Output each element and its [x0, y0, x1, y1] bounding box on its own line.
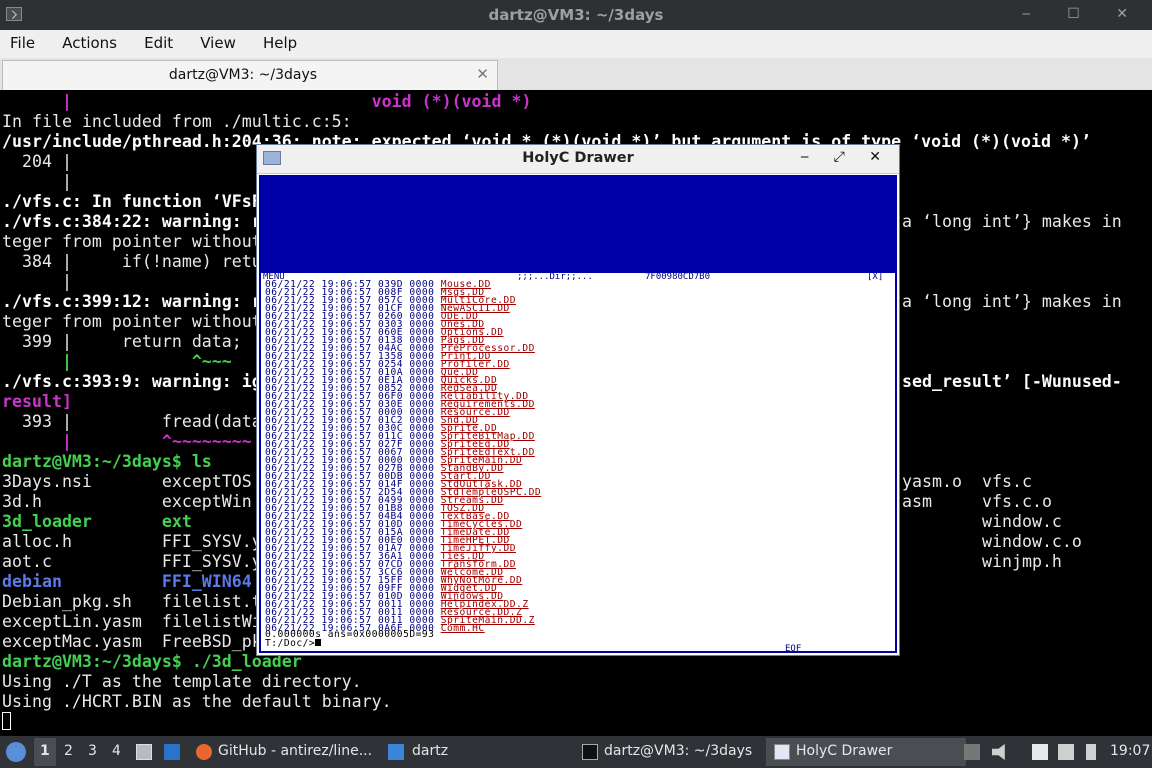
terminal-line: ./vfs.c: In function ‘VFsF — [2, 192, 262, 211]
volume-icon[interactable] — [992, 744, 1005, 760]
dir-entry-filename[interactable]: Comm.HC — [441, 623, 485, 634]
ls-item: window.c.o — [982, 532, 1082, 551]
ls-item: yasm.o — [902, 472, 962, 491]
holyc-prompt[interactable]: T:/Doc/> — [265, 638, 322, 649]
app-menu-icon[interactable] — [6, 742, 26, 762]
terminal-line: teger from pointer without — [2, 312, 262, 331]
window-controls[interactable]: ‒ ☐ ✕ — [1022, 6, 1144, 22]
show-desktop-icon[interactable] — [136, 744, 152, 760]
terminal-line: 393 | fread(data — [2, 412, 262, 431]
workspace-1[interactable]: 1 — [40, 743, 50, 759]
tab-close-icon[interactable]: ✕ — [476, 65, 489, 83]
terminal-line: alloc.h FFI_SYSV.y — [2, 532, 262, 551]
terminal-line-fragment: a ‘long int’} makes in — [902, 212, 1122, 231]
task-files[interactable]: dartz — [412, 743, 448, 759]
terminal-line: 204 | — [2, 152, 72, 171]
terminal-icon — [582, 744, 598, 760]
terminal-line: teger from pointer without — [2, 232, 262, 251]
terminal-line: exceptLin.yasm filelistWi — [2, 612, 262, 631]
terminal-cursor — [2, 712, 11, 730]
terminal-line: 399 | return data; — [2, 332, 242, 351]
terminal-line-fragment: a ‘long int’} makes in — [902, 292, 1122, 311]
workspace-3[interactable]: 3 — [88, 743, 97, 759]
menu-bar: File Actions Edit View Help — [0, 30, 1152, 59]
holyc-cursor — [315, 639, 322, 646]
terminal-line: Using ./T as the template directory. — [2, 672, 362, 691]
window-title: dartz@VM3: ~/3days — [488, 6, 664, 24]
clock[interactable]: 19:07 — [1110, 743, 1150, 759]
terminal-text: | void (*)(void *) — [2, 92, 532, 111]
battery-icon[interactable] — [1086, 744, 1096, 760]
eject-icon[interactable] — [964, 744, 980, 760]
terminal-line: debian FFI_WIN64 — [2, 572, 252, 591]
tab-bar: dartz@VM3: ~/3days ✕ — [0, 58, 1152, 90]
holyc-eof: EOF — [785, 644, 802, 653]
terminal-line: | void (*)(void *) — [2, 92, 532, 112]
menu-help[interactable]: Help — [263, 30, 297, 52]
terminal-prompt-line: dartz@VM3:~/3days$ ls — [2, 452, 212, 471]
file-manager-launcher-icon[interactable] — [164, 744, 180, 760]
taskbar: 1 2 3 4 GitHub - antirez/line... dartz d… — [0, 736, 1152, 768]
terminal-line: aot.c FFI_SYSV.y — [2, 552, 262, 571]
terminal-cursor-line — [2, 712, 11, 732]
network-icon[interactable] — [1058, 744, 1074, 760]
ls-item: vfs.c — [982, 472, 1032, 491]
ls-item: winjmp.h — [982, 552, 1062, 571]
workspace-2[interactable]: 2 — [64, 743, 73, 759]
holyc-canvas[interactable] — [259, 175, 897, 271]
terminal-line: In file included from ./multic.c:5: — [2, 112, 352, 131]
firefox-icon — [196, 744, 212, 760]
menu-file[interactable]: File — [10, 30, 35, 52]
terminal-line: Debian_pkg.sh filelist.t — [2, 592, 262, 611]
holyc-dir-tag: ;;;...Dir;;... — [517, 272, 593, 282]
menu-actions[interactable]: Actions — [62, 30, 117, 52]
folder-icon — [388, 744, 404, 760]
holyc-window-icon — [774, 744, 790, 760]
menu-edit[interactable]: Edit — [144, 30, 173, 52]
terminal-line: | ^~~~ — [2, 352, 232, 371]
ls-item: asm — [902, 492, 932, 511]
task-browser[interactable]: GitHub - antirez/line... — [218, 743, 372, 759]
terminal-line: Using ./HCRT.BIN as the default binary. — [2, 692, 392, 711]
terminal-line: | — [2, 272, 72, 291]
tab-terminal[interactable]: dartz@VM3: ~/3days ✕ — [2, 60, 498, 90]
clipboard-icon[interactable] — [1032, 744, 1048, 760]
holyc-titlebar[interactable]: HolyC Drawer ‒ ⤢ ✕ — [257, 145, 899, 174]
terminal-line: exceptMac.yasm FreeBSD_pk — [2, 632, 262, 651]
ls-item: vfs.c.o — [982, 492, 1052, 511]
ls-item: window.c — [982, 512, 1062, 531]
menu-view[interactable]: View — [200, 30, 236, 52]
window-titlebar: dartz@VM3: ~/3days ‒ ☐ ✕ — [0, 0, 1152, 30]
task-terminal[interactable]: dartz@VM3: ~/3days — [604, 743, 752, 759]
terminal-line: 3d_loader ext — [2, 512, 192, 531]
terminal-line: result] — [2, 392, 72, 411]
terminal-line-fragment: sed_result’ [-Wunused- — [902, 372, 1122, 391]
holyc-window[interactable]: HolyC Drawer ‒ ⤢ ✕ MENU ;;;...Dir;;... 7… — [256, 144, 900, 656]
terminal-line: 3d.h exceptWin — [2, 492, 252, 511]
terminal-line: 3Days.nsi exceptTOS — [2, 472, 252, 491]
workspace-4[interactable]: 4 — [112, 743, 121, 759]
terminal-line: | — [2, 172, 72, 191]
terminal-line: ./vfs.c:384:22: warning: r — [2, 212, 262, 231]
terminal-line: | ^~~~~~~~~ — [2, 432, 252, 451]
holyc-close-tag[interactable]: [X] — [867, 273, 884, 282]
terminal-line: ./vfs.c:399:12: warning: r — [2, 292, 262, 311]
tab-label: dartz@VM3: ~/3days — [168, 67, 318, 83]
terminal-line: 384 | if(!name) retu — [2, 252, 262, 271]
holyc-prompt-text: T:/Doc/> — [265, 638, 316, 649]
holyc-address: 7F00980CD7B0 — [645, 272, 711, 282]
holyc-window-controls[interactable]: ‒ ⤢ ✕ — [800, 149, 891, 165]
task-holyc[interactable]: HolyC Drawer — [796, 743, 892, 759]
terminal-line: ./vfs.c:393:9: warning: ig — [2, 372, 262, 391]
holyc-doc-window[interactable]: MENU ;;;...Dir;;... 7F00980CD7B0 [X] 06/… — [259, 271, 897, 653]
